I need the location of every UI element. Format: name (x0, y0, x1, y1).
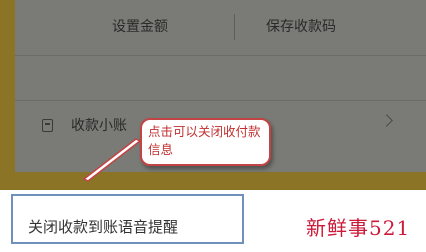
save-code-button[interactable]: 保存收款码 (266, 16, 336, 36)
divider (234, 14, 235, 40)
divider (15, 55, 426, 56)
chevron-right-icon (380, 114, 393, 127)
mini-account-label: 收款小账 (71, 118, 127, 134)
set-amount-button[interactable]: 设置金额 (112, 16, 168, 36)
action-row: 设置金额 保存收款码 (15, 4, 426, 50)
divider (15, 100, 426, 101)
screen: 设置金额 保存收款码 收款小账 关闭收款到账语音提醒 点击可以关闭收付款信息 新… (0, 0, 426, 252)
watermark: 新鲜事521 (306, 216, 411, 240)
document-icon (42, 119, 53, 132)
voice-reminder-option[interactable]: 关闭收款到账语音提醒 (28, 216, 178, 237)
callout-text: 点击可以关闭收付款信息 (148, 124, 261, 157)
